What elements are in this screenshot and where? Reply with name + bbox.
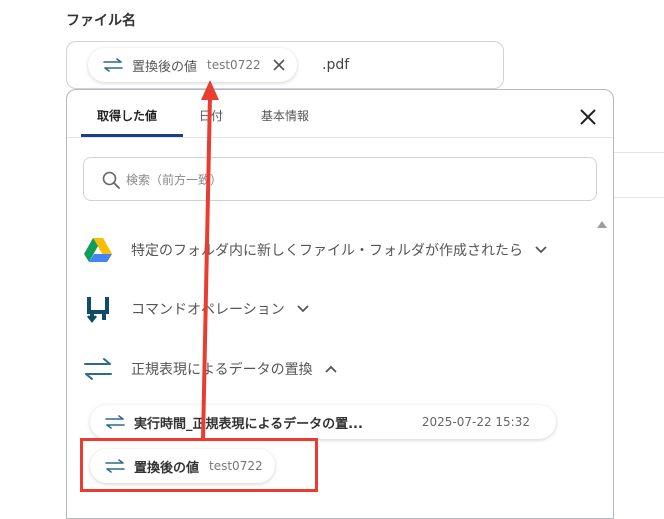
filename-suffix: .pdf [322,57,350,73]
scroll-up-arrow[interactable] [597,221,607,228]
chevron-up-icon [324,365,337,373]
command-operation-icon [87,297,109,324]
swap-arrows-icon [105,415,125,429]
filename-value-chip[interactable]: 置換後の値 test0722 [88,48,297,82]
swap-arrows-icon [84,358,112,380]
chevron-down-icon [535,246,547,254]
swap-arrows-icon [103,58,123,72]
tab-date[interactable]: 日付 [199,107,223,124]
tab-acquired-values[interactable]: 取得した値 [97,107,157,124]
close-icon[interactable] [273,59,285,71]
search-icon [102,171,120,189]
highlight-box [80,438,318,492]
section-label: 正規表現によるデータの置換 [131,362,313,378]
section-label: 特定のフォルダ内に新しくファイル・フォルダが作成されたら [131,243,523,259]
section-label: コマンドオペレーション [131,302,285,318]
section-command-operation[interactable]: コマンドオペレーション [83,294,309,324]
value-item-value: 2025-07-22 15:32 [421,415,530,429]
divider [614,197,664,198]
chip-value: test0722 [207,58,261,72]
tab-basic-info[interactable]: 基本情報 [261,107,309,124]
field-label: ファイル名 [66,13,136,29]
search-placeholder: 検索（前方一致） [126,173,223,187]
google-drive-icon [84,238,112,262]
value-item-execution-time[interactable]: 実行時間_正規表現によるデータの置... 2025-07-22 15:32 [90,405,556,439]
section-drive-trigger[interactable]: 特定のフォルダ内に新しくファイル・フォルダが作成されたら [83,235,547,265]
search-input[interactable]: 検索（前方一致） [83,157,597,201]
chevron-down-icon [297,305,309,313]
close-icon[interactable] [579,108,597,126]
value-item-name: 実行時間_正規表現によるデータの置... [134,416,363,432]
divider [614,152,664,153]
divider [67,137,613,138]
section-regex-replace[interactable]: 正規表現によるデータの置換 [83,354,337,384]
chip-name: 置換後の値 [132,59,198,75]
